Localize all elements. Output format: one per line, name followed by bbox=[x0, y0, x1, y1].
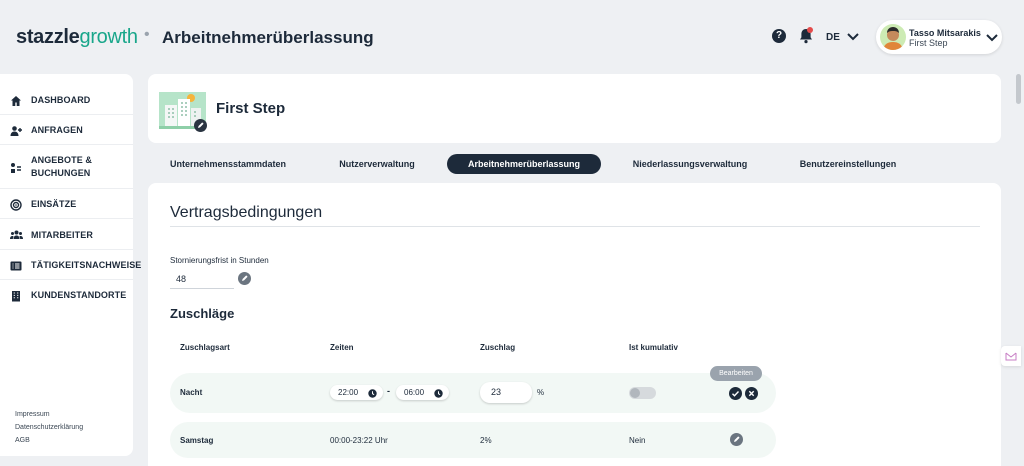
sidebar-item-label: KUNDENSTANDORTE bbox=[31, 290, 127, 300]
section-title: Vertragsbedingungen bbox=[170, 204, 323, 221]
building-icon bbox=[10, 289, 22, 302]
company-header-card: First Step bbox=[148, 74, 1001, 143]
edit-cancellation-period-button[interactable] bbox=[238, 272, 251, 285]
page-scrollbar[interactable] bbox=[1016, 74, 1021, 104]
sidebar-item-angebote[interactable]: ANGEBOTE & BUCHUNGEN bbox=[0, 145, 133, 189]
cancellation-period-value: 48 bbox=[170, 271, 234, 289]
tab-niederlassungsverwaltung[interactable]: Niederlassungsverwaltung bbox=[630, 154, 750, 174]
surcharge-cumulative: Nein bbox=[629, 436, 646, 445]
column-header-times: Zeiten bbox=[330, 343, 354, 352]
sidebar-item-label: DASHBOARD bbox=[31, 95, 91, 105]
add-user-icon bbox=[10, 124, 22, 136]
time-to-input[interactable]: 06:00 bbox=[396, 385, 449, 400]
tab-nutzerverwaltung[interactable]: Nutzerverwaltung bbox=[334, 154, 420, 174]
edit-company-image-button[interactable] bbox=[194, 119, 207, 132]
logo-light: growth bbox=[79, 26, 139, 48]
language-selector[interactable]: DE bbox=[826, 32, 840, 43]
percent-unit: % bbox=[537, 388, 545, 397]
sidebar-item-mitarbeiter[interactable]: MITARBEITER bbox=[0, 219, 133, 250]
surcharge-type: Nacht bbox=[180, 388, 203, 397]
footer-link-agb[interactable]: AGB bbox=[15, 437, 30, 444]
user-name: Tasso Mitsarakis bbox=[909, 28, 981, 38]
table-row-editing: Nacht 22:00 - 06:00 23 % bbox=[170, 373, 776, 413]
surcharge-value: 2% bbox=[480, 436, 492, 445]
offers-icon bbox=[10, 161, 22, 173]
footer-link-datenschutz[interactable]: Datenschutzerklärung bbox=[15, 424, 83, 431]
user-menu[interactable]: Tasso Mitsarakis First Step bbox=[876, 20, 1002, 54]
time-separator: - bbox=[387, 386, 390, 396]
sidebar-item-kundenstandorte[interactable]: KUNDENSTANDORTE bbox=[0, 280, 133, 310]
divider bbox=[170, 226, 980, 227]
sidebar-item-einsaetze[interactable]: EINSÄTZE bbox=[0, 189, 133, 219]
column-header-type: Zuschlagsart bbox=[180, 343, 230, 352]
sidebar: DASHBOARD ANFRAGEN ANGEBOTE & BUCHUNGEN … bbox=[0, 74, 141, 456]
avatar bbox=[880, 24, 906, 50]
sidebar-item-label: ANGEBOTE & bbox=[31, 155, 93, 165]
chevron-down-icon[interactable] bbox=[846, 30, 860, 42]
clock-icon bbox=[434, 388, 443, 398]
cumulative-toggle[interactable] bbox=[629, 387, 656, 399]
time-to-value: 06:00 bbox=[404, 388, 425, 397]
cancel-button[interactable] bbox=[745, 387, 758, 400]
tab-benutzereinstellungen[interactable]: Benutzereinstellungen bbox=[797, 154, 899, 174]
sidebar-item-label: EINSÄTZE bbox=[31, 199, 77, 209]
team-icon bbox=[10, 228, 23, 240]
target-icon bbox=[10, 198, 22, 211]
confirm-button[interactable] bbox=[729, 387, 742, 400]
home-icon bbox=[10, 94, 22, 106]
edit-tooltip: Bearbeiten bbox=[710, 366, 762, 381]
sidebar-item-dashboard[interactable]: DASHBOARD bbox=[0, 85, 133, 115]
company-name: First Step bbox=[216, 100, 286, 117]
help-icon[interactable]: ? bbox=[772, 29, 786, 43]
title-separator: • bbox=[144, 26, 150, 43]
sidebar-item-label: ANFRAGEN bbox=[31, 125, 83, 135]
user-company: First Step bbox=[909, 38, 948, 48]
surcharge-times: 00:00-23:22 Uhr bbox=[330, 436, 388, 445]
feedback-mail-icon[interactable] bbox=[1001, 346, 1021, 366]
footer-link-impressum[interactable]: Impressum bbox=[15, 411, 50, 418]
table-row: Samstag 00:00-23:22 Uhr 2% Nein bbox=[170, 422, 776, 458]
chevron-down-icon[interactable] bbox=[985, 31, 999, 43]
time-from-input[interactable]: 22:00 bbox=[330, 385, 383, 400]
time-from-value: 22:00 bbox=[338, 388, 359, 397]
toggle-knob bbox=[630, 388, 640, 398]
surcharge-value-input[interactable]: 23 bbox=[480, 382, 532, 403]
top-bar: stazzlegrowth • Arbeitnehmerüberlassung … bbox=[0, 0, 1024, 74]
surcharge-type: Samstag bbox=[180, 436, 214, 445]
contract-terms-panel: Vertragsbedingungen Stornierungsfrist in… bbox=[148, 183, 1001, 466]
sidebar-item-label: TÄTIGKEITSNACHWEISE bbox=[31, 260, 142, 270]
sidebar-item-anfragen[interactable]: ANFRAGEN bbox=[0, 115, 133, 145]
surcharges-title: Zuschläge bbox=[170, 306, 235, 321]
column-header-cumulative: Ist kumulativ bbox=[629, 343, 678, 352]
cancellation-period-label: Stornierungsfrist in Stunden bbox=[170, 256, 269, 265]
sidebar-item-label: MITARBEITER bbox=[31, 230, 93, 240]
tab-arbeitnehmerueberlassung[interactable]: Arbeitnehmerüberlassung bbox=[447, 154, 601, 174]
edit-row-button[interactable] bbox=[730, 433, 743, 446]
notification-bell-icon[interactable] bbox=[797, 27, 815, 45]
stazzle-logo[interactable]: stazzlegrowth bbox=[16, 26, 138, 49]
logo-bold: stazzle bbox=[16, 26, 80, 48]
list-icon bbox=[10, 259, 22, 271]
clock-icon bbox=[368, 388, 377, 398]
sidebar-item-label-line2: BUCHUNGEN bbox=[31, 168, 91, 178]
page-title: Arbeitnehmerüberlassung bbox=[162, 28, 374, 47]
tab-unternehmensstammdaten[interactable]: Unternehmensstammdaten bbox=[168, 154, 288, 174]
sidebar-item-taetigkeitsnachweise[interactable]: TÄTIGKEITSNACHWEISE bbox=[0, 250, 141, 280]
column-header-surcharge: Zuschlag bbox=[480, 343, 516, 352]
notification-dot bbox=[807, 27, 813, 33]
